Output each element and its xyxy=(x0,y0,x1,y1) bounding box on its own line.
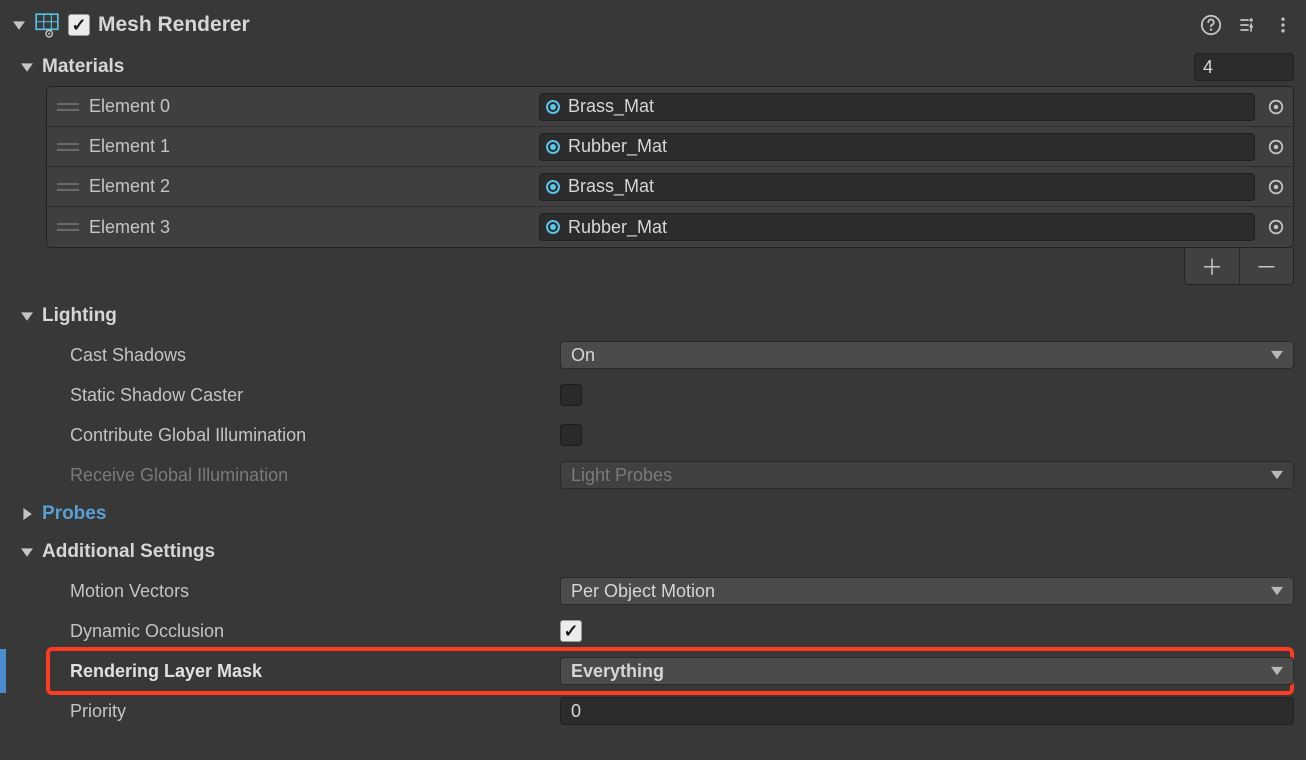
component-title: Mesh Renderer xyxy=(98,13,250,37)
component-foldout[interactable] xyxy=(12,18,26,32)
contribute-gi-checkbox[interactable] xyxy=(560,424,582,446)
component-enabled-checkbox[interactable] xyxy=(68,14,90,36)
additional-settings-foldout[interactable] xyxy=(20,545,34,559)
drag-handle-icon[interactable] xyxy=(57,177,79,197)
materials-foldout[interactable] xyxy=(20,60,34,74)
material-element-label: Element 2 xyxy=(89,176,529,197)
object-picker-icon[interactable] xyxy=(1265,136,1287,158)
materials-list: Element 0 Brass_Mat Element 1 Rubber_Mat… xyxy=(46,86,1294,248)
static-shadow-caster-checkbox[interactable] xyxy=(560,384,582,406)
materials-count-field[interactable]: 4 xyxy=(1194,53,1294,81)
chevron-down-icon xyxy=(1271,661,1283,682)
cast-shadows-dropdown[interactable]: On xyxy=(560,341,1294,369)
drag-handle-icon[interactable] xyxy=(57,137,79,157)
rendering-layer-mask-label: Rendering Layer Mask xyxy=(70,661,550,682)
drag-handle-icon[interactable] xyxy=(57,217,79,237)
remove-material-button[interactable]: － xyxy=(1239,248,1293,284)
motion-vectors-label: Motion Vectors xyxy=(70,581,550,602)
material-value: Brass_Mat xyxy=(568,96,654,117)
material-element-row: Element 3 Rubber_Mat xyxy=(47,207,1293,247)
material-icon xyxy=(546,220,560,234)
material-element-label: Element 0 xyxy=(89,96,529,117)
materials-label: Materials xyxy=(42,56,124,78)
contribute-gi-label: Contribute Global Illumination xyxy=(70,425,550,446)
motion-vectors-dropdown[interactable]: Per Object Motion xyxy=(560,577,1294,605)
material-element-row: Element 1 Rubber_Mat xyxy=(47,127,1293,167)
material-icon xyxy=(546,100,560,114)
probes-foldout[interactable] xyxy=(20,507,34,521)
lighting-foldout[interactable] xyxy=(20,309,34,323)
help-icon[interactable] xyxy=(1200,14,1222,36)
material-element-row: Element 2 Brass_Mat xyxy=(47,167,1293,207)
object-picker-icon[interactable] xyxy=(1265,96,1287,118)
additional-settings-label: Additional Settings xyxy=(42,541,215,563)
material-element-label: Element 1 xyxy=(89,136,529,157)
static-shadow-caster-label: Static Shadow Caster xyxy=(70,385,550,406)
chevron-down-icon xyxy=(1271,345,1283,366)
dynamic-occlusion-checkbox[interactable] xyxy=(560,620,582,642)
mesh-renderer-icon xyxy=(34,12,60,38)
material-object-field[interactable]: Rubber_Mat xyxy=(539,133,1255,161)
add-material-button[interactable]: ＋ xyxy=(1185,248,1239,284)
priority-label: Priority xyxy=(70,701,550,722)
rendering-layer-mask-dropdown[interactable]: Everything xyxy=(560,657,1294,685)
chevron-down-icon xyxy=(1271,581,1283,602)
material-element-row: Element 0 Brass_Mat xyxy=(47,87,1293,127)
presets-icon[interactable] xyxy=(1236,14,1258,36)
lighting-label: Lighting xyxy=(42,305,117,327)
priority-field[interactable]: 0 xyxy=(560,697,1294,725)
material-icon xyxy=(546,140,560,154)
probes-label[interactable]: Probes xyxy=(42,503,106,525)
dynamic-occlusion-label: Dynamic Occlusion xyxy=(70,621,550,642)
material-element-label: Element 3 xyxy=(89,217,529,238)
receive-gi-dropdown: Light Probes xyxy=(560,461,1294,489)
material-value: Brass_Mat xyxy=(568,176,654,197)
material-object-field[interactable]: Rubber_Mat xyxy=(539,213,1255,241)
material-icon xyxy=(546,180,560,194)
drag-handle-icon[interactable] xyxy=(57,97,79,117)
material-object-field[interactable]: Brass_Mat xyxy=(539,173,1255,201)
chevron-down-icon xyxy=(1271,465,1283,486)
material-value: Rubber_Mat xyxy=(568,217,667,238)
cast-shadows-label: Cast Shadows xyxy=(70,345,550,366)
active-indicator xyxy=(0,649,6,693)
material-object-field[interactable]: Brass_Mat xyxy=(539,93,1255,121)
material-value: Rubber_Mat xyxy=(568,136,667,157)
kebab-menu-icon[interactable] xyxy=(1272,14,1294,36)
object-picker-icon[interactable] xyxy=(1265,176,1287,198)
object-picker-icon[interactable] xyxy=(1265,216,1287,238)
receive-gi-label: Receive Global Illumination xyxy=(70,465,550,486)
